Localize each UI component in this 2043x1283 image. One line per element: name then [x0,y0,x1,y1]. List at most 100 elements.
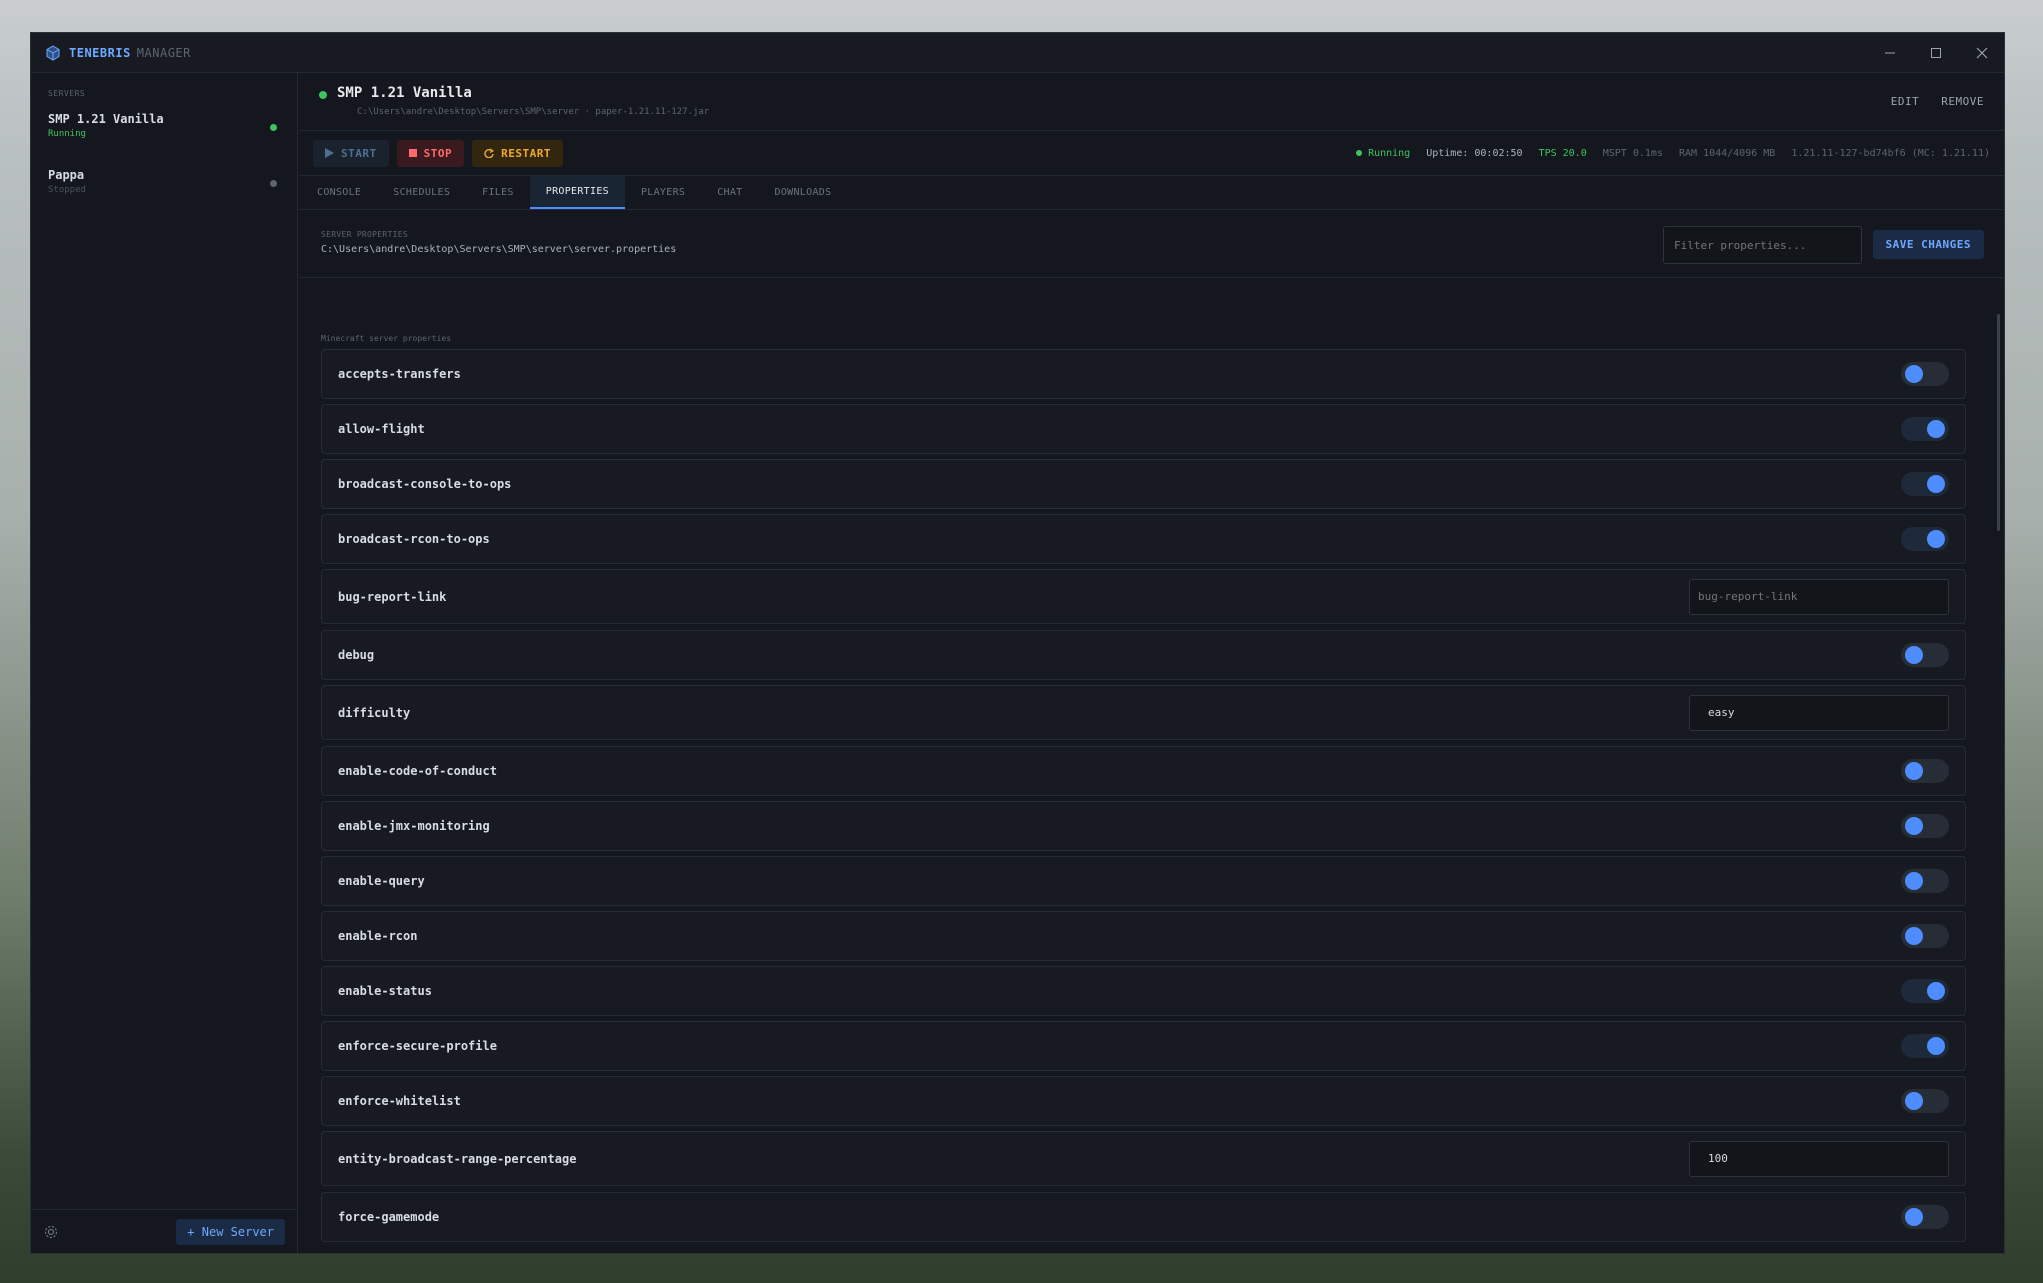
property-row: allow-flight [321,404,1966,454]
sidebar: SERVERS SMP 1.21 Vanilla Running Pappa S… [31,73,298,1253]
tps-label: TPS [1538,147,1557,159]
main-panel: SMP 1.21 Vanilla C:\Users\andre\Desktop\… [299,73,2004,1253]
property-name: enforce-whitelist [338,1094,461,1108]
minimize-icon[interactable] [1882,45,1898,61]
version-info: 1.21.11-127-bd74bf6 (MC: 1.21.11) [1791,147,1990,159]
server-stats: Running Uptime: 00:02:50 TPS 20.0 MSPT 0… [1356,148,1990,159]
stop-button[interactable]: STOP [396,139,465,167]
property-toggle[interactable] [1901,417,1949,441]
section-label: Minecraft server properties [321,334,452,343]
property-toggle[interactable] [1901,362,1949,386]
property-name: enable-rcon [338,929,418,943]
toggle-knob [1905,762,1923,780]
property-row: enable-jmx-monitoring [321,801,1966,851]
property-toggle[interactable] [1901,814,1949,838]
tps-stat: TPS 20.0 [1539,148,1587,159]
property-toggle[interactable] [1901,924,1949,948]
close-icon[interactable] [1974,45,1990,61]
property-row: enable-rcon [321,911,1966,961]
sidebar-footer: + New Server [31,1209,297,1253]
app-window: TENEBRIS MANAGER SERVERS SMP 1.21 Vanill… [30,32,2005,1254]
tab-downloads[interactable]: DOWNLOADS [759,176,848,209]
property-name: force-gamemode [338,1210,440,1224]
property-row: enable-status [321,966,1966,1016]
new-server-button[interactable]: + New Server [176,1218,285,1245]
status-dot-icon [1356,149,1363,156]
toggle-knob [1905,365,1923,383]
property-row: broadcast-console-to-ops [321,459,1966,509]
property-input[interactable] [1689,578,1949,615]
stop-label: STOP [423,146,453,160]
property-name: broadcast-console-to-ops [338,477,512,491]
tab-schedules[interactable]: SCHEDULES [377,176,466,209]
toggle-knob [1905,646,1923,664]
property-toggle[interactable] [1901,1034,1949,1058]
toggle-knob [1927,982,1945,1000]
server-header: SMP 1.21 Vanilla C:\Users\andre\Desktop\… [299,73,2004,131]
property-row: difficulty [321,685,1966,740]
server-status: Running [48,129,86,139]
ram-label: RAM [1678,147,1698,159]
uptime: Uptime: 00:02:50 [1426,147,1523,159]
remove-button[interactable]: REMOVE [1941,95,1984,108]
properties-header: SERVER PROPERTIES C:\Users\andre\Desktop… [299,210,2004,278]
property-name: entity-broadcast-range-percentage [338,1151,577,1166]
app-name: TENEBRIS [69,45,131,60]
toggle-knob [1927,1037,1945,1055]
status-dot-icon [319,91,327,99]
property-name: bug-report-link [338,589,447,604]
tab-players[interactable]: PLAYERS [625,176,701,209]
toggle-knob [1905,1208,1923,1226]
property-name: difficulty [338,705,411,720]
property-row: bug-report-link [321,569,1966,624]
maximize-icon[interactable] [1928,45,1944,61]
page-title: SMP 1.21 Vanilla [337,85,472,101]
play-icon [325,148,334,158]
property-name: enable-code-of-conduct [338,764,497,778]
property-toggle[interactable] [1901,869,1949,893]
property-input[interactable] [1689,694,1949,731]
save-changes-button[interactable]: SAVE CHANGES [1872,230,1984,259]
property-row: enforce-whitelist [321,1076,1966,1126]
property-toggle[interactable] [1901,1205,1949,1229]
start-button[interactable]: START [313,139,389,167]
tab-properties[interactable]: PROPERTIES [529,176,625,209]
tab-bar: CONSOLE SCHEDULES FILES PROPERTIES PLAYE… [299,176,2004,210]
mspt-value: 0.1ms [1632,147,1663,159]
property-row: enable-query [321,856,1966,906]
toggle-knob [1905,1092,1923,1110]
property-toggle[interactable] [1901,759,1949,783]
tab-console[interactable]: CONSOLE [301,176,377,209]
running-status-text: Running [1368,147,1411,159]
restart-button[interactable]: RESTART [472,139,563,167]
restart-icon [484,148,495,158]
property-toggle[interactable] [1901,1089,1949,1113]
property-input[interactable] [1689,1140,1949,1177]
property-name: enable-query [338,874,425,888]
property-toggle[interactable] [1901,643,1949,667]
sidebar-item-server[interactable]: Pappa Stopped [31,168,297,210]
title-bar: TENEBRIS MANAGER [31,33,2004,73]
property-name: accepts-transfers [338,367,461,381]
ram-value: 1044/4096 MB [1703,147,1776,159]
restart-label: RESTART [501,146,551,160]
tab-files[interactable]: FILES [466,176,530,209]
property-row: force-gamemode [321,1192,1966,1242]
stop-square-icon [408,149,417,157]
property-toggle[interactable] [1901,979,1949,1003]
gear-icon[interactable] [43,1224,59,1240]
toggle-knob [1905,927,1923,945]
property-row: entity-broadcast-range-percentage [321,1131,1966,1186]
filter-input[interactable] [1663,226,1862,264]
cube-logo-icon [46,44,60,61]
ram-stat: RAM 1044/4096 MB [1679,148,1775,159]
tab-chat[interactable]: CHAT [701,176,758,209]
property-toggle[interactable] [1901,527,1949,551]
properties-list: Minecraft server properties accepts-tran… [299,312,2004,1253]
status-dot-icon [270,180,277,187]
app-subtitle: MANAGER [136,45,191,60]
edit-button[interactable]: EDIT [1891,95,1920,108]
property-row: enable-code-of-conduct [321,746,1966,796]
sidebar-item-server[interactable]: SMP 1.21 Vanilla Running [31,112,297,154]
property-toggle[interactable] [1901,472,1949,496]
